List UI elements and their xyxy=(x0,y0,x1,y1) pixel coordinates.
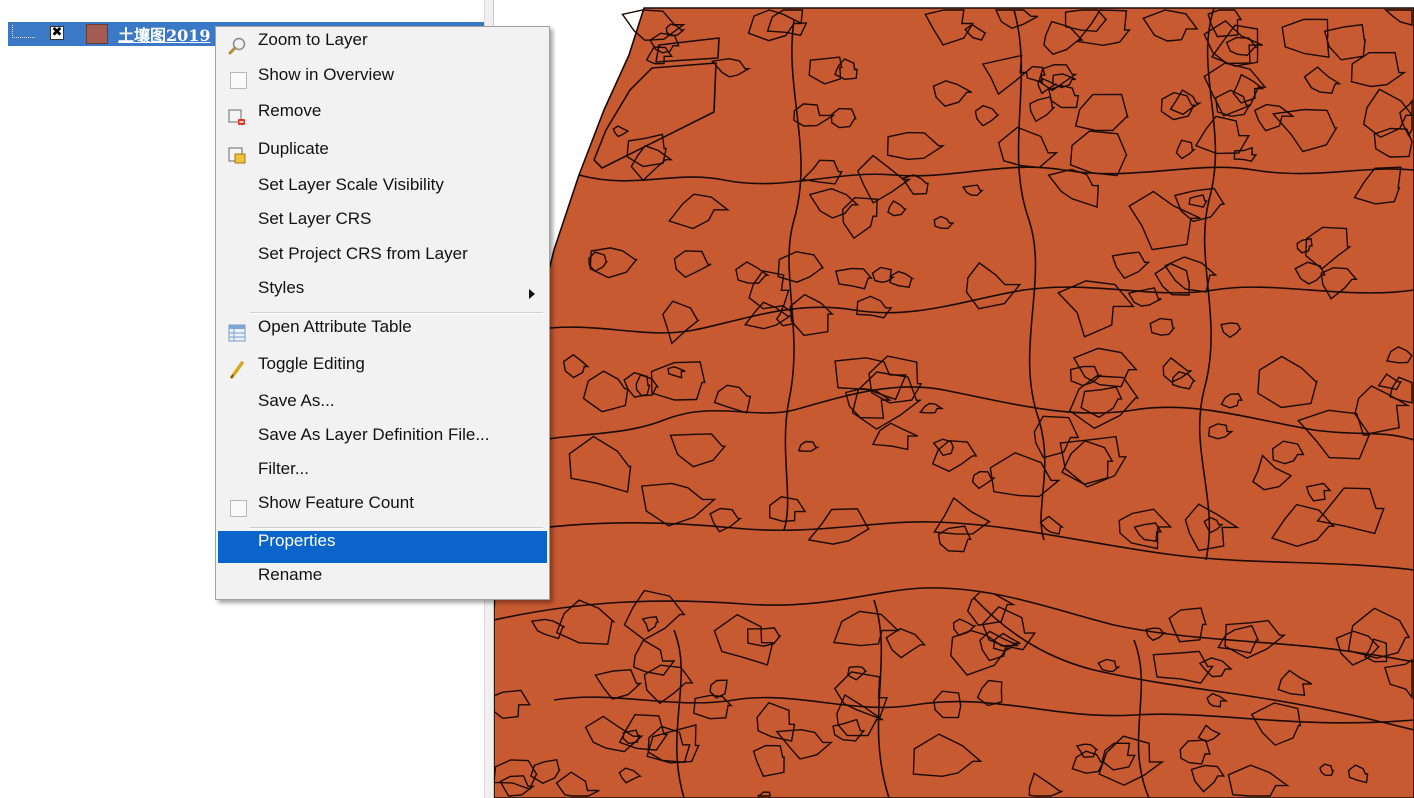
menu-item-label: Show in Overview xyxy=(258,65,395,84)
menu-item-label: Zoom to Layer xyxy=(258,30,368,49)
menu-item-styles[interactable]: Styles xyxy=(218,278,547,310)
menu-item-zoom-to-layer[interactable]: Zoom to Layer xyxy=(218,30,547,62)
menu-item-label: Set Layer Scale Visibility xyxy=(258,175,444,194)
map-canvas[interactable] xyxy=(494,0,1414,798)
checkbox-icon[interactable] xyxy=(230,72,247,89)
menu-item-set-layer-scale-visibility[interactable]: Set Layer Scale Visibility xyxy=(218,175,547,207)
menu-separator xyxy=(250,527,543,529)
menu-item-label: Toggle Editing xyxy=(258,354,365,373)
layer-visibility-checkbox[interactable]: ✖ xyxy=(50,26,64,40)
menu-item-open-attribute-table[interactable]: Open Attribute Table xyxy=(218,317,547,349)
menu-item-label: Set Layer CRS xyxy=(258,209,372,228)
duplicate-layer-icon xyxy=(228,147,246,164)
menu-item-label: Save As... xyxy=(258,391,335,410)
menu-item-save-as[interactable]: Save As... xyxy=(218,391,547,423)
checkbox-icon[interactable] xyxy=(230,500,247,517)
layer-name[interactable]: 土壤图2019 xyxy=(118,22,211,46)
menu-item-show-in-overview[interactable]: Show in Overview xyxy=(218,65,547,97)
menu-item-label: Duplicate xyxy=(258,139,329,158)
remove-layer-icon xyxy=(228,109,245,125)
menu-item-label: Remove xyxy=(258,101,322,120)
menu-item-label: Filter... xyxy=(258,459,310,478)
menu-item-properties[interactable]: Properties xyxy=(218,531,547,563)
layer-context-menu: Zoom to Layer Show in Overview Remove Du… xyxy=(215,26,550,600)
menu-item-show-feature-count[interactable]: Show Feature Count xyxy=(218,493,547,525)
menu-item-label: Set Project CRS from Layer xyxy=(258,244,468,263)
menu-item-toggle-editing[interactable]: Toggle Editing xyxy=(218,354,547,386)
menu-item-rename[interactable]: Rename xyxy=(218,565,547,597)
menu-item-label: Save As Layer Definition File... xyxy=(258,425,490,444)
layer-symbol-swatch xyxy=(86,24,108,44)
menu-item-remove[interactable]: Remove xyxy=(218,101,547,133)
tree-connector xyxy=(12,25,35,38)
menu-item-label: Rename xyxy=(258,565,323,584)
magnifier-icon xyxy=(228,37,246,55)
table-icon xyxy=(228,324,246,342)
menu-separator xyxy=(250,312,543,314)
menu-item-duplicate[interactable]: Duplicate xyxy=(218,139,547,171)
menu-item-label: Properties xyxy=(258,531,336,550)
submenu-arrow-icon xyxy=(529,289,535,299)
menu-item-label: Show Feature Count xyxy=(258,493,414,512)
pencil-icon xyxy=(230,361,244,379)
menu-item-save-as-layer-definition[interactable]: Save As Layer Definition File... xyxy=(218,425,547,457)
menu-item-label: Open Attribute Table xyxy=(258,317,412,336)
menu-item-set-layer-crs[interactable]: Set Layer CRS xyxy=(218,209,547,241)
menu-item-set-project-crs[interactable]: Set Project CRS from Layer xyxy=(218,244,547,276)
menu-item-filter[interactable]: Filter... xyxy=(218,459,547,491)
menu-item-label: Styles xyxy=(258,278,305,297)
